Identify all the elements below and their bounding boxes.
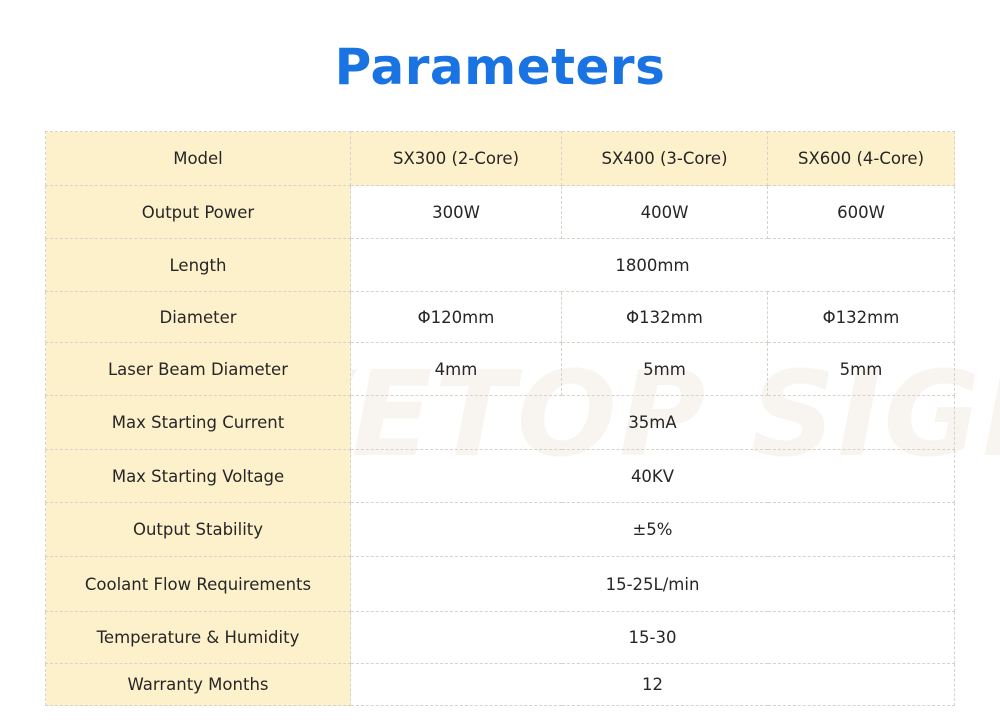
table-row: Laser Beam Diameter 4mm 5mm 5mm [45, 342, 955, 396]
row-value: 40KV [350, 449, 955, 503]
row-label: Laser Beam Diameter [45, 342, 351, 396]
row-value: 1800mm [350, 238, 955, 292]
row-value: 300W [350, 185, 562, 239]
table-row: Output Power 300W 400W 600W [45, 185, 955, 239]
row-label: Warranty Months [45, 663, 351, 706]
row-label: Temperature & Humidity [45, 611, 351, 664]
row-label: Max Starting Voltage [45, 449, 351, 503]
row-value: 15-30 [350, 611, 955, 664]
table-row: Temperature & Humidity 15-30 [45, 611, 955, 664]
row-value: 400W [561, 185, 768, 239]
row-value: 35mA [350, 395, 955, 450]
row-label: Coolant Flow Requirements [45, 556, 351, 612]
row-value: 12 [350, 663, 955, 706]
row-value: 5mm [767, 342, 955, 396]
row-value: Φ132mm [767, 291, 955, 343]
header-cell-model: Model [45, 131, 351, 186]
row-value: 5mm [561, 342, 768, 396]
header-cell-sx600: SX600 (4-Core) [767, 131, 955, 186]
table-row: Max Starting Voltage 40KV [45, 449, 955, 503]
page-title: Parameters [334, 38, 666, 96]
row-value: 600W [767, 185, 955, 239]
table-row: Diameter Φ120mm Φ132mm Φ132mm [45, 291, 955, 343]
row-label: Diameter [45, 291, 351, 343]
table-row: Output Stability ±5% [45, 502, 955, 557]
row-value: ±5% [350, 502, 955, 557]
row-value: 15-25L/min [350, 556, 955, 612]
table-row: Max Starting Current 35mA [45, 395, 955, 450]
row-label: Length [45, 238, 351, 292]
header-cell-sx300: SX300 (2-Core) [350, 131, 562, 186]
header-cell-sx400: SX400 (3-Core) [561, 131, 768, 186]
table-row: Coolant Flow Requirements 15-25L/min [45, 556, 955, 612]
table-row: Length 1800mm [45, 238, 955, 292]
row-label: Output Stability [45, 502, 351, 557]
table-header-row: Model SX300 (2-Core) SX400 (3-Core) SX60… [45, 131, 955, 186]
row-label: Max Starting Current [45, 395, 351, 450]
table-row: Warranty Months 12 [45, 663, 955, 706]
row-value: Φ120mm [350, 291, 562, 343]
row-value: 4mm [350, 342, 562, 396]
parameters-table: Model SX300 (2-Core) SX400 (3-Core) SX60… [45, 131, 955, 706]
row-label: Output Power [45, 185, 351, 239]
row-value: Φ132mm [561, 291, 768, 343]
